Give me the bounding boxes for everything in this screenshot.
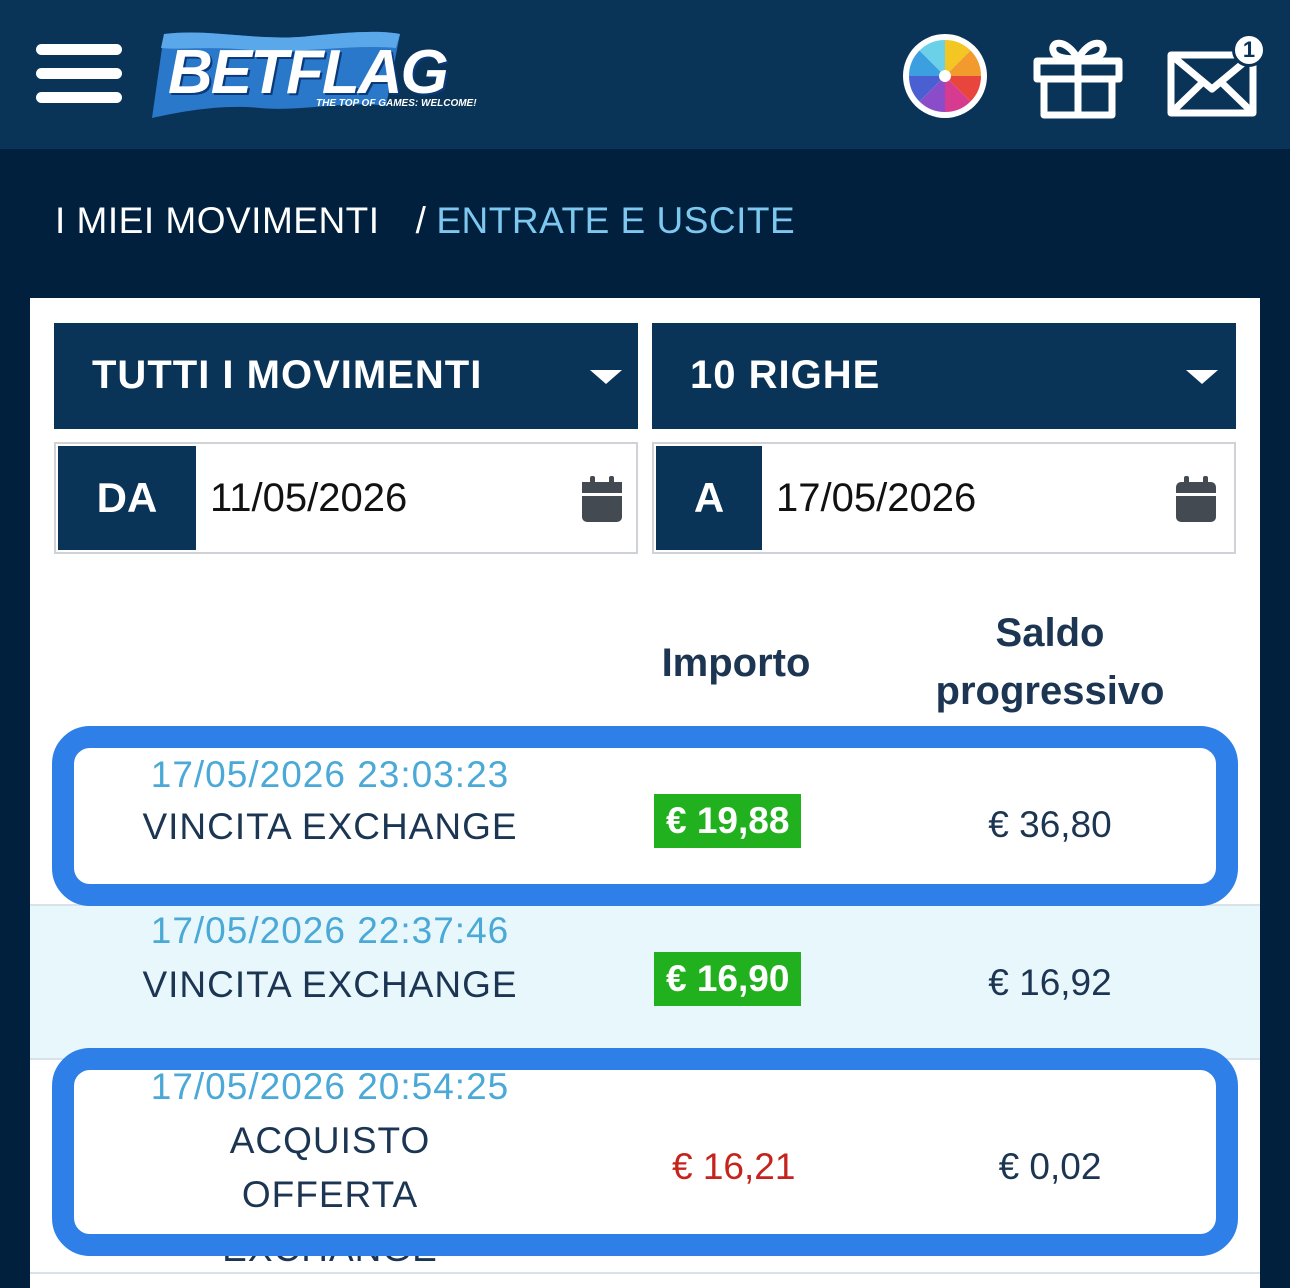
table-row[interactable]: 17/05/2026 23:03:23 VINCITA EXCHANGE € 1… [30, 728, 1260, 904]
row-description: ACQUISTO OFFERTA EXCHANGE [222, 1120, 438, 1269]
date-to-input[interactable]: 17/05/2026 [776, 476, 976, 521]
movements-panel: TUTTI I MOVIMENTI 10 RIGHE DA 11/05/2026… [30, 298, 1260, 1288]
row-datetime: 17/05/2026 22:37:46 [150, 910, 510, 951]
row-amount: € 16,90 [654, 952, 802, 1006]
rows-per-page-select[interactable]: 10 RIGHE [652, 323, 1236, 429]
date-from-label: DA [58, 446, 196, 550]
row-balance: € 0,02 [998, 1146, 1102, 1187]
movement-type-select[interactable]: TUTTI I MOVIMENTI [54, 323, 638, 429]
movement-type-value: TUTTI I MOVIMENTI [92, 353, 483, 397]
hamburger-menu-icon[interactable] [36, 44, 122, 104]
chevron-down-icon [590, 370, 622, 384]
logo-wordmark: BETFLAG [168, 38, 449, 107]
row-description: VINCITA EXCHANGE [142, 964, 518, 1005]
date-from-field[interactable]: DA 11/05/2026 [54, 442, 638, 554]
breadcrumb-current[interactable]: ENTRATE E USCITE [436, 200, 795, 241]
row-description: VINCITA EXCHANGE [142, 806, 518, 847]
calendar-icon[interactable] [580, 474, 624, 524]
table-row[interactable]: 17/05/2026 22:37:46 VINCITA EXCHANGE € 1… [30, 904, 1260, 1060]
column-header-importo: Importo [661, 641, 811, 685]
column-header-saldo: Saldo progressivo [935, 611, 1165, 713]
row-amount: € 16,21 [672, 1146, 796, 1187]
betflag-logo[interactable]: BETFLAG THE TOP OF GAMES: WELCOME! [150, 28, 500, 120]
logo-tagline: THE TOP OF GAMES: WELCOME! [316, 98, 477, 109]
breadcrumb-parent[interactable]: I MIEI MOVIMENTI [55, 200, 380, 241]
date-from-input[interactable]: 11/05/2026 [210, 476, 407, 521]
wheel-of-fortune-icon[interactable] [902, 33, 988, 119]
rows-per-page-value: 10 RIGHE [690, 353, 881, 397]
row-amount: € 19,88 [654, 794, 802, 848]
row-datetime: 17/05/2026 20:54:25 [150, 1066, 510, 1107]
row-balance: € 16,92 [988, 962, 1112, 1003]
calendar-icon[interactable] [1174, 474, 1218, 524]
date-to-label: A [656, 446, 762, 550]
date-to-field[interactable]: A 17/05/2026 [652, 442, 1236, 554]
gift-icon[interactable] [1032, 33, 1124, 119]
breadcrumb: I MIEI MOVIMENTI / ENTRATE E USCITE [55, 200, 795, 242]
breadcrumb-separator: / [415, 200, 427, 241]
row-balance: € 36,80 [988, 804, 1112, 845]
table-row[interactable]: 17/05/2026 20:54:25 ACQUISTO OFFERTA EXC… [30, 1060, 1260, 1274]
mail-icon[interactable]: 1 [1166, 33, 1266, 119]
mail-notification-badge: 1 [1232, 33, 1266, 67]
chevron-down-icon [1186, 370, 1218, 384]
top-bar: BETFLAG THE TOP OF GAMES: WELCOME! 1 [0, 0, 1290, 149]
row-datetime: 17/05/2026 23:03:23 [150, 754, 510, 795]
